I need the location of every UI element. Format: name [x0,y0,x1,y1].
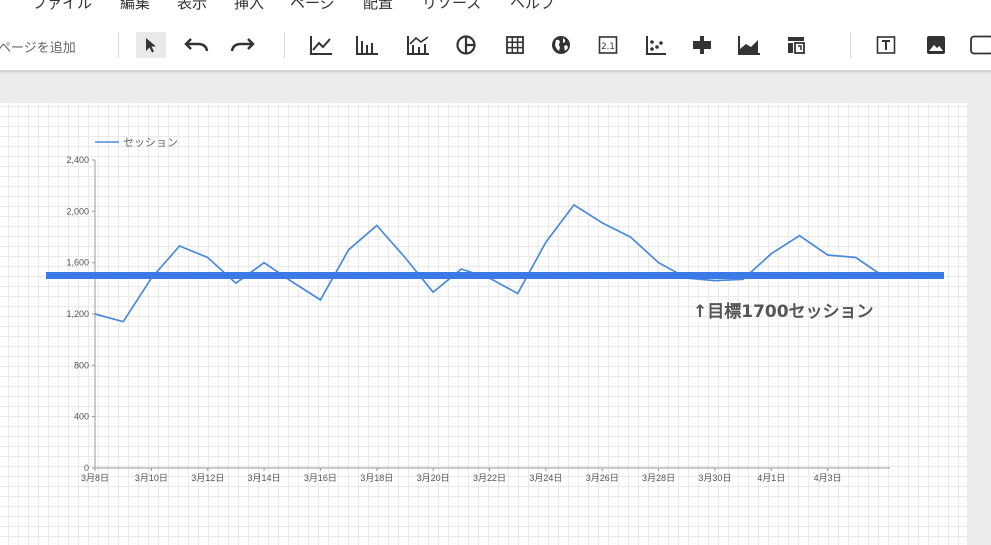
menu-bar: ファイル 編集 表示 挿入 ページ 配置 リソース ヘルプ [0,0,991,20]
x-tick-label: 4月1日 [757,473,785,483]
y-tick-label: 800 [74,360,89,370]
x-tick-label: 3月18日 [360,473,393,483]
chart-legend[interactable]: セッション [95,136,178,149]
x-tick-label: 3月30日 [698,473,731,483]
text-button[interactable] [871,32,901,58]
undo-button[interactable] [182,32,212,58]
x-tick-label: 3月14日 [248,473,281,483]
toolbar: ページを追加 2.1 [0,20,991,71]
image-button[interactable] [921,32,951,58]
x-tick-label: 3月26日 [586,473,619,483]
redo-icon [230,38,255,52]
pivot-table-icon [788,37,805,54]
select-icon [146,38,156,53]
x-tick-label: 3月22日 [473,473,506,483]
target-annotation[interactable]: ↑目標1700セッション [693,301,874,322]
geo-map-icon [552,36,570,54]
toolbar-divider [850,32,851,58]
menu-arrange[interactable]: 配置 [363,0,393,13]
area-chart-button[interactable] [734,32,764,58]
pie-chart-button[interactable] [451,32,481,58]
select-tool-button[interactable] [136,32,166,58]
area-chart-icon [738,36,760,55]
table-icon [506,36,524,54]
y-tick-label: 1,600 [66,258,89,268]
bar-chart-button[interactable] [352,32,382,58]
pie-chart-icon [456,35,476,55]
bullet-chart-icon [693,36,711,54]
menu-edit[interactable]: 編集 [120,0,150,13]
menu-insert[interactable]: 挿入 [234,0,264,13]
x-tick-label: 3月8日 [81,473,109,483]
y-tick-label: 1,200 [66,309,89,319]
x-tick-label: 3月20日 [417,473,450,483]
scorecard-icon: 2.1 [598,36,618,54]
image-icon [927,36,945,54]
time-series-chart-button[interactable] [306,32,336,58]
x-tick-label: 3月16日 [304,473,337,483]
bar-chart-icon [356,36,378,55]
geo-map-button[interactable] [546,32,576,58]
menu-help[interactable]: ヘルプ [510,0,555,13]
menu-file[interactable]: ファイル [32,0,92,13]
time-series-chart-icon [310,36,332,55]
x-tick-label: 3月12日 [191,473,224,483]
rectangle-button[interactable] [968,32,991,58]
menu-page[interactable]: ページ [290,0,335,13]
toolbar-divider [284,32,285,58]
toolbar-divider [118,32,119,58]
rectangle-icon [970,35,991,55]
x-tick-label: 3月28日 [642,473,675,483]
menu-resource[interactable]: リソース [422,0,481,13]
y-tick-label: 400 [74,412,89,422]
x-tick-label: 3月10日 [135,473,168,483]
undo-icon [184,38,209,52]
bullet-chart-button[interactable] [687,32,717,58]
y-tick-label: 2,000 [66,206,89,216]
text-icon [876,36,896,54]
table-button[interactable] [500,32,530,58]
combo-chart-icon [407,36,429,55]
scatter-chart-button[interactable] [641,32,671,58]
x-tick-label: 3月24日 [529,473,562,483]
toolbar-shadow [0,71,991,74]
pivot-table-button[interactable] [781,32,811,58]
add-page-button[interactable]: ページを追加 [0,37,76,56]
menu-view[interactable]: 表示 [177,0,207,13]
canvas-right-gutter [967,103,991,545]
time-series-chart[interactable]: セッション 0 400 800 1,200 1,600 2,000 2,400 3月8日 3月… [0,103,967,545]
legend-label: セッション [123,136,178,149]
x-tick-label: 4月3日 [814,473,842,483]
combo-chart-button[interactable] [403,32,433,58]
redo-button[interactable] [227,32,257,58]
scorecard-button[interactable]: 2.1 [593,32,623,58]
y-tick-label: 0 [84,463,89,473]
scatter-chart-icon [646,36,666,55]
svg-text:2.1: 2.1 [601,42,615,52]
report-canvas[interactable]: セッション 0 400 800 1,200 1,600 2,000 2,400 3月8日 3月… [0,103,967,545]
y-tick-label: 2,400 [66,155,89,165]
